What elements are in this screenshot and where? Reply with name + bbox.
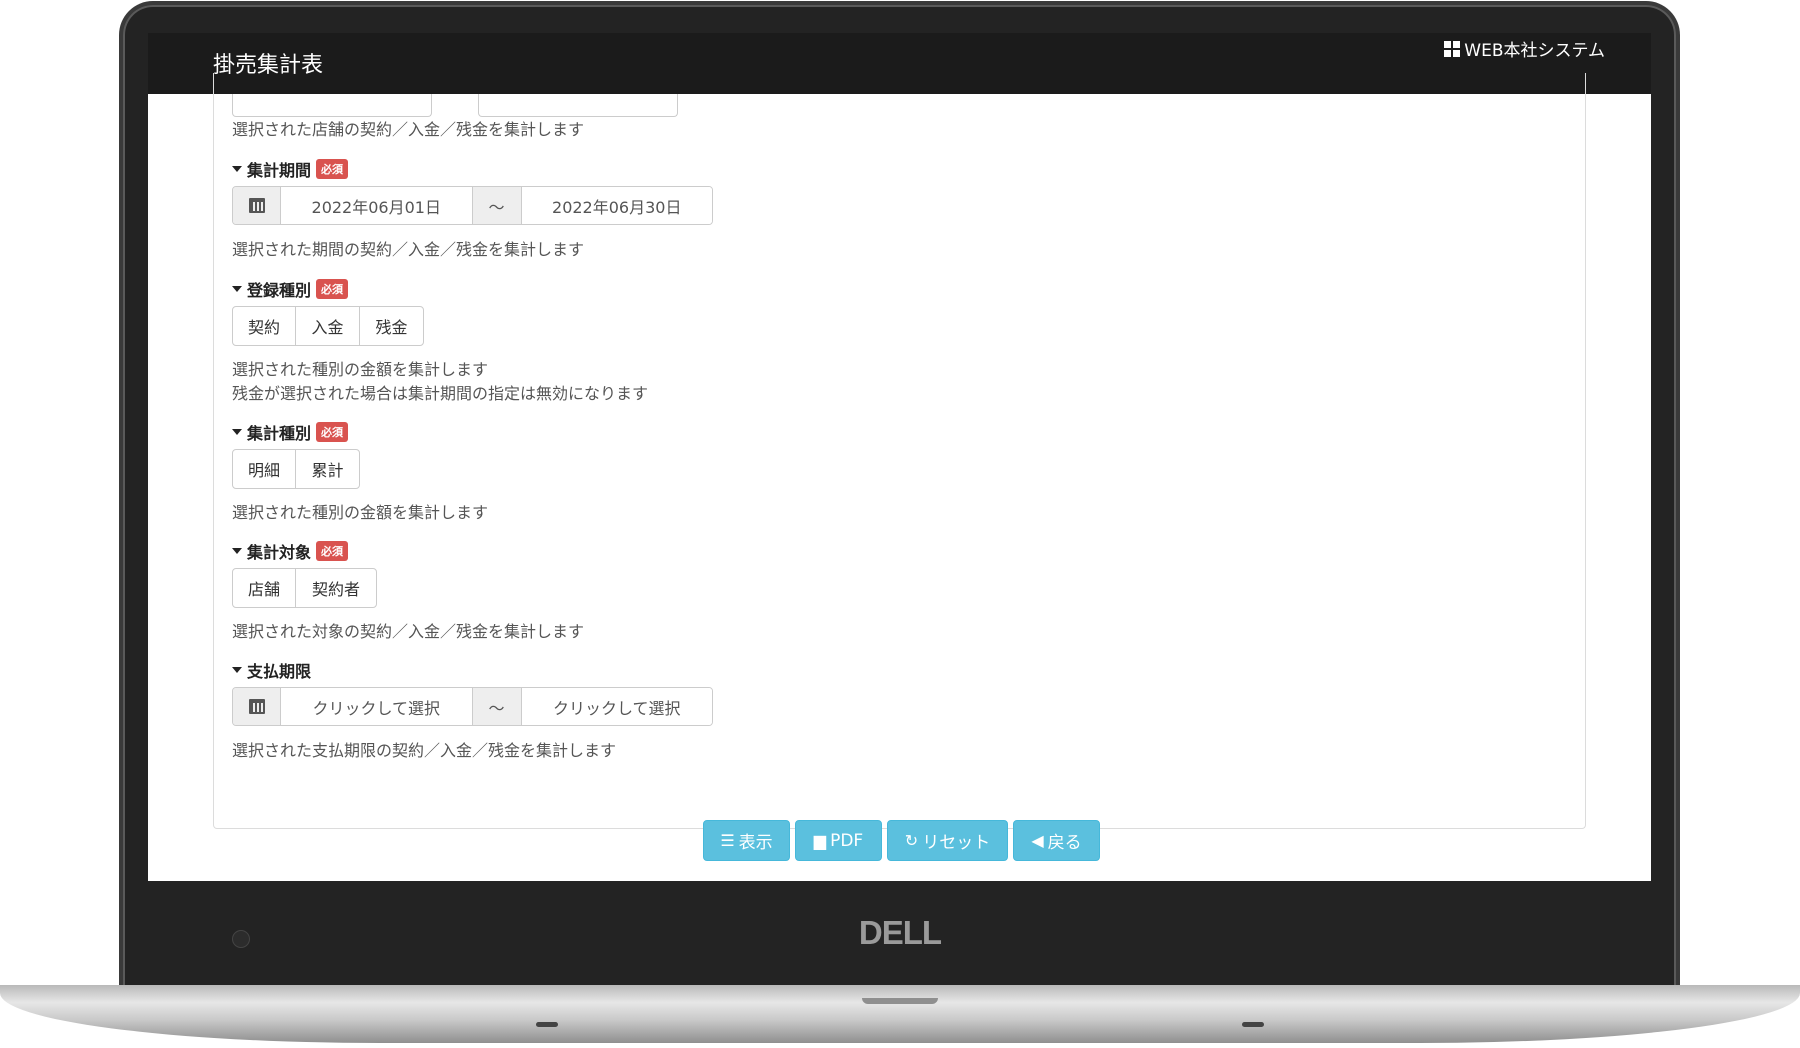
store-select-from[interactable] — [232, 94, 432, 117]
aggregation-type-help: 選択された種別の金額を集計します — [232, 503, 489, 522]
print-icon: ▆ — [813, 831, 827, 850]
laptop-base — [0, 985, 1800, 1043]
period-label-text: 集計期間 — [247, 161, 312, 180]
show-button[interactable]: ☰ 表示 — [703, 820, 790, 861]
payment-deadline-help: 選択された支払期限の契約／入金／残金を集計します — [232, 741, 617, 760]
calendar-icon[interactable] — [233, 187, 281, 224]
option-store[interactable]: 店舗 — [232, 568, 296, 608]
aggregation-type-label-text: 集計種別 — [247, 424, 312, 443]
period-daterange: 2022年06月01日 ～ 2022年06月30日 — [232, 186, 713, 225]
pdf-button[interactable]: ▆ PDF — [795, 820, 882, 861]
calendar-icon[interactable] — [233, 688, 281, 725]
arrow-circle-left-icon: ◀ — [1031, 831, 1044, 850]
webcam — [232, 930, 250, 948]
caret-down-icon — [232, 429, 242, 435]
reset-label: リセット — [922, 833, 991, 853]
registration-type-label-text: 登録種別 — [247, 281, 312, 300]
target-help: 選択された対象の契約／入金／残金を集計します — [232, 622, 585, 641]
option-payment[interactable]: 入金 — [295, 306, 360, 346]
period-start-input[interactable]: 2022年06月01日 — [281, 187, 472, 224]
show-label: 表示 — [738, 833, 773, 853]
period-label: 集計期間 必須 — [232, 157, 349, 181]
aggregation-type-group: 明細 累計 — [232, 449, 360, 489]
period-end-input[interactable]: 2022年06月30日 — [521, 187, 712, 224]
pdf-label: PDF — [830, 830, 864, 851]
payment-deadline-label-text: 支払期限 — [247, 662, 312, 681]
store-help: 選択された店舗の契約／入金／残金を集計します — [232, 120, 585, 139]
required-badge: 必須 — [316, 159, 349, 179]
option-cumulative[interactable]: 累計 — [295, 449, 360, 489]
range-separator: ～ — [471, 187, 522, 224]
grid-icon — [1444, 40, 1461, 57]
option-detail[interactable]: 明細 — [232, 449, 296, 489]
laptop-foot — [1242, 1022, 1264, 1027]
deadline-end-input[interactable]: クリックして選択 — [521, 688, 712, 725]
caret-down-icon — [232, 286, 242, 292]
action-bar: ☰ 表示 ▆ PDF ↻ リセット ◀ 戻る — [703, 820, 1100, 861]
reset-button[interactable]: ↻ リセット — [887, 820, 1008, 861]
option-contractor[interactable]: 契約者 — [295, 568, 377, 608]
back-label: 戻る — [1047, 833, 1082, 853]
registration-type-label: 登録種別 必須 — [232, 277, 349, 301]
required-badge: 必須 — [316, 422, 349, 442]
caret-down-icon — [232, 667, 242, 673]
period-help: 選択された期間の契約／入金／残金を集計します — [232, 240, 585, 259]
caret-down-icon — [232, 548, 242, 554]
caret-down-icon — [232, 166, 242, 172]
payment-deadline-daterange: クリックして選択 ～ クリックして選択 — [232, 687, 713, 726]
target-group: 店舗 契約者 — [232, 568, 377, 608]
target-label-text: 集計対象 — [247, 543, 312, 562]
payment-deadline-label: 支払期限 — [232, 658, 311, 682]
back-button[interactable]: ◀ 戻る — [1013, 820, 1100, 861]
required-badge: 必須 — [316, 279, 349, 299]
laptop-hinge-notch — [862, 998, 938, 1004]
system-name: WEB本社システム — [1464, 41, 1605, 61]
option-balance[interactable]: 残金 — [359, 306, 424, 346]
registration-type-help-2: 残金が選択された場合は集計期間の指定は無効になります — [232, 384, 649, 403]
target-label: 集計対象 必須 — [232, 539, 349, 563]
registration-type-group: 契約 入金 残金 — [232, 306, 424, 346]
required-badge: 必須 — [316, 541, 349, 561]
store-select-to[interactable] — [478, 94, 678, 117]
option-contract[interactable]: 契約 — [232, 306, 296, 346]
registration-type-help-1: 選択された種別の金額を集計します — [232, 360, 489, 379]
list-icon: ☰ — [720, 831, 735, 850]
screen: 掛売集計表 WEB本社システム 選択された店舗の契約／入金／残金を集計します 集… — [148, 33, 1651, 881]
brand-logo: DELL — [858, 914, 942, 951]
range-separator: ～ — [471, 688, 522, 725]
aggregation-type-label: 集計種別 必須 — [232, 420, 349, 444]
deadline-start-input[interactable]: クリックして選択 — [281, 688, 472, 725]
laptop-foot — [536, 1022, 558, 1027]
system-menu[interactable]: WEB本社システム — [1444, 36, 1605, 61]
refresh-icon: ↻ — [904, 831, 919, 850]
